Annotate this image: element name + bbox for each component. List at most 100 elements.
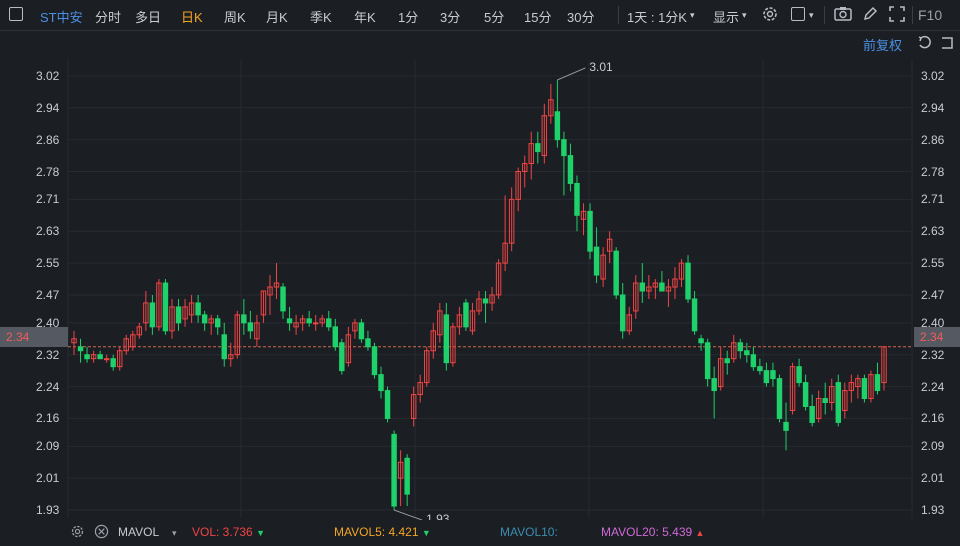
candle bbox=[802, 382, 809, 407]
adjust-price-button[interactable]: 前复权 bbox=[863, 35, 902, 54]
y-axis-label: 2.32 bbox=[921, 347, 945, 362]
y-axis-label: 2.09 bbox=[36, 439, 60, 454]
candle bbox=[744, 350, 750, 356]
undo-icon[interactable] bbox=[917, 35, 933, 56]
candle bbox=[659, 282, 665, 292]
y-axis-label: 2.63 bbox=[921, 224, 945, 239]
candle bbox=[711, 378, 717, 392]
stock-name[interactable]: ST中安 bbox=[40, 7, 83, 26]
candle bbox=[593, 246, 600, 276]
pen-draw-icon[interactable] bbox=[862, 6, 878, 25]
mavol10-value: MAVOL10: bbox=[500, 525, 558, 539]
candle bbox=[776, 378, 783, 419]
period-tab[interactable]: 15分 bbox=[524, 7, 551, 26]
chevron-down-icon[interactable]: ▾ bbox=[690, 10, 695, 21]
candle bbox=[404, 457, 410, 495]
candle bbox=[280, 286, 286, 312]
kline-chart[interactable]: 3.01 1.93 bbox=[0, 0, 960, 546]
candle bbox=[809, 405, 815, 423]
y-axis-label: 2.86 bbox=[36, 132, 60, 147]
period-tab[interactable]: 30分 bbox=[567, 7, 594, 26]
candle bbox=[162, 282, 169, 332]
vol-value: VOL: 3.736 ▼ bbox=[192, 525, 265, 539]
candle bbox=[874, 374, 881, 392]
candle bbox=[286, 318, 293, 324]
candle bbox=[241, 314, 247, 324]
candle bbox=[326, 318, 332, 328]
y-axis-label: 2.71 bbox=[921, 192, 945, 207]
indicator-name[interactable]: MAVOL bbox=[118, 525, 159, 539]
candle bbox=[685, 262, 691, 300]
y-axis-label: 2.16 bbox=[921, 411, 945, 426]
candle bbox=[306, 318, 312, 324]
candle bbox=[567, 155, 574, 184]
candle bbox=[463, 302, 469, 328]
candle bbox=[221, 334, 227, 360]
mavol5-value: MAVOL5: 4.421 ▼ bbox=[334, 525, 431, 539]
low-pointer bbox=[393, 509, 423, 521]
candle bbox=[103, 358, 110, 361]
candle bbox=[371, 346, 378, 376]
period-tab[interactable]: 年K bbox=[354, 7, 376, 26]
candle bbox=[561, 139, 567, 157]
y-axis-label: 1.93 bbox=[921, 503, 945, 518]
period-tab[interactable]: 分时 bbox=[95, 7, 121, 26]
settings-gear-icon[interactable] bbox=[70, 524, 85, 542]
y-axis-label: 2.78 bbox=[921, 164, 945, 179]
candle bbox=[175, 306, 182, 324]
candle bbox=[97, 354, 103, 360]
fullscreen-icon[interactable] bbox=[889, 6, 905, 25]
settings-gear-icon[interactable] bbox=[761, 5, 779, 26]
y-axis-label: 3.02 bbox=[36, 68, 60, 83]
y-axis-label: 2.86 bbox=[921, 132, 945, 147]
checkbox-square-icon[interactable] bbox=[791, 7, 805, 21]
candle bbox=[587, 210, 593, 252]
y-axis-label: 2.01 bbox=[921, 471, 945, 486]
period-tab[interactable]: 周K bbox=[224, 7, 246, 26]
period-tab[interactable]: 5分 bbox=[484, 7, 504, 26]
period-tab[interactable]: 月K bbox=[266, 7, 288, 26]
camera-icon[interactable] bbox=[834, 6, 852, 25]
candle bbox=[554, 111, 561, 141]
candle bbox=[737, 342, 744, 352]
period-tab[interactable]: 1分 bbox=[398, 7, 418, 26]
candle bbox=[619, 294, 626, 332]
candle bbox=[783, 421, 789, 431]
interval-select[interactable]: 1天 : 1分K bbox=[627, 7, 687, 26]
candle bbox=[214, 318, 221, 328]
high-pointer bbox=[557, 67, 586, 81]
close-icon[interactable] bbox=[94, 524, 109, 542]
redo-icon[interactable] bbox=[939, 35, 955, 56]
candle bbox=[535, 143, 541, 153]
chevron-down-icon[interactable]: ▾ bbox=[172, 528, 177, 539]
candle bbox=[358, 322, 365, 340]
y-axis-label: 2.55 bbox=[36, 256, 60, 271]
high-label: 3.01 bbox=[589, 60, 613, 74]
chevron-down-icon[interactable]: ▾ bbox=[742, 10, 747, 21]
y-axis-label: 2.24 bbox=[921, 379, 945, 394]
y-axis-label: 2.94 bbox=[921, 100, 945, 115]
display-menu[interactable]: 显示 bbox=[713, 7, 739, 26]
candle bbox=[704, 342, 711, 380]
chevron-down-icon[interactable]: ▾ bbox=[809, 10, 814, 21]
candle bbox=[339, 342, 345, 372]
y-axis-label: 1.93 bbox=[36, 503, 60, 518]
period-tab[interactable]: 多日 bbox=[135, 7, 161, 26]
y-axis-label: 2.78 bbox=[36, 164, 60, 179]
candle bbox=[698, 338, 704, 344]
f10-button[interactable]: F10 bbox=[918, 7, 942, 23]
period-tab[interactable]: 3分 bbox=[440, 7, 460, 26]
y-axis-label: 2.47 bbox=[36, 287, 60, 302]
candle bbox=[770, 370, 776, 380]
y-axis-label: 2.55 bbox=[921, 256, 945, 271]
period-tab[interactable]: 日K bbox=[181, 7, 203, 26]
period-tab[interactable]: 季K bbox=[310, 7, 332, 26]
candle bbox=[332, 326, 339, 348]
current-price-tag-right: 2.34 bbox=[914, 327, 960, 347]
sidebar-toggle-icon[interactable] bbox=[9, 7, 23, 21]
y-axis-label: 2.09 bbox=[921, 439, 945, 454]
mavol20-value: MAVOL20: 5.439 ▲ bbox=[601, 525, 705, 539]
candle bbox=[763, 370, 770, 384]
candle bbox=[861, 378, 868, 400]
y-axis-label: 3.02 bbox=[921, 68, 945, 83]
